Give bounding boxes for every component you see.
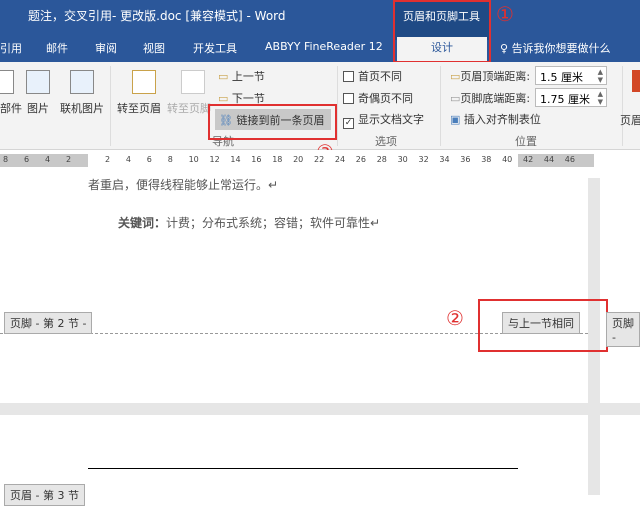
keywords-label: 关键词： (118, 216, 167, 230)
ruler-tick-label: 30 (397, 155, 408, 164)
spin-arrows-icon[interactable]: ▲ ▼ (598, 68, 603, 84)
header-top-label: ▭页眉顶端距离: (450, 68, 530, 84)
footer-section-tag: 页脚 - 第 2 节 - (4, 312, 93, 334)
lightbulb-icon: ♀ (500, 42, 512, 55)
online-picture-button[interactable]: 联机图片 (60, 100, 104, 116)
spin-arrows-icon[interactable]: ▲ ▼ (598, 90, 603, 106)
quick-parts-icon (0, 70, 14, 94)
ruler-tick-label: 46 (564, 155, 575, 164)
option-label: 首页不同 (358, 70, 402, 83)
footer-bottom-value: 1.75 厘米 (540, 93, 590, 106)
ruler-tick-label: 34 (439, 155, 450, 164)
tab-review[interactable]: 审阅 (95, 40, 117, 56)
ruler-tick-label: 8 (3, 155, 9, 164)
tab-view[interactable]: 视图 (143, 40, 165, 56)
checkbox-icon (343, 71, 354, 82)
ruler-tick-label: 26 (355, 155, 366, 164)
picture-icon (26, 70, 50, 94)
title-bar: 题注，交叉引用- 更改版.doc [兼容模式] - Word 页眉和页脚工具 ①… (0, 0, 640, 62)
insert-alignment-tab-label: 插入对齐制表位 (463, 113, 541, 126)
ruler-tick-label: 20 (293, 155, 304, 164)
goto-header-button[interactable]: 转至页眉 (117, 100, 161, 116)
ruler-tick-label: 4 (125, 155, 131, 164)
ruler-tick-label: 44 (543, 155, 555, 164)
annotation-box-2 (478, 299, 608, 352)
header-tag-label: 页眉 - 第 3 节 (10, 489, 79, 502)
previous-icon: ▭ (218, 70, 232, 83)
tab-abbyy[interactable]: ABBYY FineReader 12 (265, 40, 383, 53)
different-odd-even-checkbox[interactable]: 奇偶页不同 (343, 90, 413, 106)
footer-tag-label: 页脚 - 第 2 节 - (10, 317, 87, 330)
ruler-tick-label: 12 (209, 155, 220, 164)
marker-1: ① (496, 2, 514, 26)
annotation-box-3 (208, 104, 337, 140)
ruler-tick-label: 2 (105, 155, 111, 164)
ruler-tick-label: 38 (481, 155, 492, 164)
keywords-text: 计费；分布式系统；容错；软件可靠性↵ (166, 216, 381, 230)
goto-footer-button[interactable]: 转至页脚 (167, 100, 211, 116)
close-header-footer-button[interactable]: 页眉 (620, 112, 640, 128)
window-title: 题注，交叉引用- 更改版.doc [兼容模式] - Word (28, 9, 286, 23)
picture-button[interactable]: 图片 (27, 100, 49, 116)
quick-parts-button[interactable]: 部件 (0, 100, 22, 116)
ruler-tick-label: 2 (66, 155, 72, 164)
tab-developer[interactable]: 开发工具 (193, 40, 237, 56)
ruler-tick-label: 22 (314, 155, 325, 164)
goto-footer-icon (181, 70, 205, 94)
ruler-tick-label: 8 (167, 155, 173, 164)
alignment-tab-icon: ▣ (450, 113, 464, 126)
position-group-label: 位置 (515, 135, 537, 148)
annotation-box-1 (393, 0, 491, 63)
ruler-tick-label: 42 (523, 155, 534, 164)
ruler-tick-label: 6 (24, 155, 30, 164)
ruler-tick-label: 6 (146, 155, 152, 164)
marker-2: ② (446, 306, 464, 330)
option-label: 奇偶页不同 (358, 92, 413, 105)
checkbox-icon (343, 93, 354, 104)
ruler-tick-label: 28 (376, 155, 387, 164)
header-section-tag: 页眉 - 第 3 节 (4, 484, 85, 506)
right-footer-label: 页脚 - (612, 317, 634, 344)
ruler-tick-label: 10 (188, 155, 199, 164)
header-top-spinner[interactable]: 1.5 厘米 ▲ ▼ (535, 66, 607, 85)
header-line (88, 468, 518, 469)
keywords-line: 关键词：计费；分布式系统；容错；软件可靠性↵ (118, 214, 380, 231)
tab-references[interactable]: 引用 (0, 40, 22, 56)
tell-me-search[interactable]: ♀ 告诉我你想要做什么 (500, 40, 611, 56)
online-picture-icon (70, 70, 94, 94)
footer-bottom-text: 页脚底端距离: (460, 92, 531, 105)
tab-mailings[interactable]: 邮件 (46, 40, 68, 56)
header-position-icon: ▭ (450, 70, 461, 83)
ruler-tick-label: 4 (45, 155, 51, 164)
body-text-line: 者重启，便得线程能够止常运行。↵ (88, 178, 279, 192)
different-first-page-checkbox[interactable]: 首页不同 (343, 68, 402, 84)
footer-position-icon: ▭ (450, 92, 461, 105)
option-label: 显示文档文字 (358, 113, 424, 126)
ruler-tick-label: 36 (460, 155, 471, 164)
tell-me-label: 告诉我你想要做什么 (511, 42, 611, 55)
show-document-text-checkbox[interactable]: ✓ 显示文档文字 (343, 111, 424, 129)
options-group-label: 选项 (375, 135, 397, 148)
right-footer-tag: 页脚 - (606, 312, 640, 347)
footer-bottom-label: ▭页脚底端距离: (450, 90, 530, 106)
ruler-tick-label: 24 (334, 155, 346, 164)
ruler-tick-label: 18 (272, 155, 283, 164)
header-top-text: 页眉顶端距离: (460, 70, 531, 83)
header-top-value: 1.5 厘米 (540, 71, 583, 84)
ruler-tick-label: 40 (502, 155, 513, 164)
ruler-tick-label: 14 (230, 155, 241, 164)
goto-header-icon (132, 70, 156, 94)
page-gap-horizontal (0, 403, 640, 415)
ruler-tick-label: 16 (251, 155, 262, 164)
close-header-footer-icon[interactable] (632, 70, 640, 92)
ruler-tick-label: 32 (418, 155, 429, 164)
checkmark-icon: ✓ (343, 118, 354, 129)
previous-section-button[interactable]: ▭ 上一节 (218, 68, 265, 84)
footer-bottom-spinner[interactable]: 1.75 厘米 ▲ ▼ (535, 88, 607, 107)
insert-alignment-tab-button[interactable]: ▣ 插入对齐制表位 (450, 111, 541, 127)
previous-label: 上一节 (231, 70, 265, 83)
